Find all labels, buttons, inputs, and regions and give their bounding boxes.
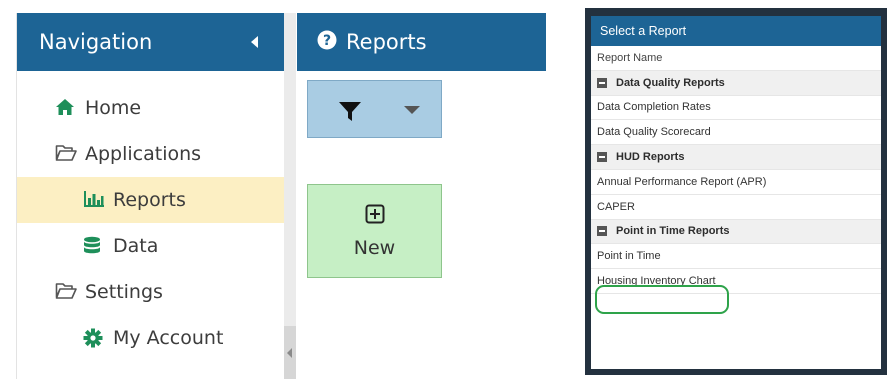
- column-header[interactable]: Report Name: [591, 46, 881, 71]
- group-label: HUD Reports: [616, 151, 685, 164]
- plus-square-icon: [365, 204, 385, 229]
- nav-item-data[interactable]: Data: [17, 223, 285, 269]
- filter-button[interactable]: [307, 80, 442, 138]
- nav-item-label: My Account: [113, 327, 224, 349]
- navigation-panel: Navigation Home Applications Reports Dat…: [16, 13, 285, 379]
- dialog-title: Select a Report: [591, 16, 881, 46]
- gear-icon: [83, 328, 105, 348]
- nav-item-label: Settings: [85, 281, 163, 303]
- reports-header: ? Reports: [297, 13, 546, 71]
- splitter-arrow-icon[interactable]: [287, 348, 292, 358]
- question-circle-icon: ?: [317, 30, 337, 55]
- nav-item-settings[interactable]: Settings: [17, 269, 285, 315]
- group-row-point-in-time[interactable]: Point in Time Reports: [591, 219, 881, 245]
- nav-item-label: Applications: [85, 143, 202, 165]
- navigation-title: Navigation: [39, 30, 153, 54]
- folder-open-icon: [55, 282, 77, 302]
- new-button-label: New: [353, 236, 396, 259]
- report-item[interactable]: Data Completion Rates: [591, 96, 881, 121]
- report-list: Report Name Data Quality Reports Data Co…: [591, 46, 881, 314]
- nav-item-label: Reports: [113, 189, 186, 211]
- navigation-header: Navigation: [17, 13, 284, 71]
- collapse-minus-icon[interactable]: [597, 77, 607, 88]
- database-icon: [83, 236, 105, 256]
- group-label: Point in Time Reports: [616, 225, 730, 238]
- report-item[interactable]: Data Quality Scorecard: [591, 120, 881, 146]
- bar-chart-icon: [83, 190, 105, 210]
- select-report-dialog: Select a Report Report Name Data Quality…: [585, 8, 887, 375]
- group-label: Data Quality Reports: [616, 76, 725, 89]
- nav-item-label: Data: [113, 235, 159, 257]
- folder-open-icon: [55, 144, 77, 164]
- nav-item-my-account[interactable]: My Account: [17, 315, 285, 361]
- svg-text:?: ?: [323, 33, 331, 49]
- group-row-data-quality[interactable]: Data Quality Reports: [591, 70, 881, 96]
- reports-title: Reports: [346, 30, 427, 54]
- nav-item-reports[interactable]: Reports: [17, 177, 285, 223]
- nav-item-applications[interactable]: Applications: [17, 131, 285, 177]
- home-icon: [55, 98, 77, 118]
- collapse-minus-icon[interactable]: [597, 152, 607, 163]
- nav-item-home[interactable]: Home: [17, 85, 285, 131]
- report-item[interactable]: Annual Performance Report (APR): [591, 170, 881, 195]
- highlight-annotation: [595, 285, 729, 314]
- nav-item-label: Home: [85, 97, 142, 119]
- panel-splitter[interactable]: [284, 13, 296, 379]
- new-report-button[interactable]: New: [307, 184, 442, 278]
- caret-down-icon[interactable]: [404, 106, 420, 114]
- filter-icon: [338, 101, 362, 128]
- collapse-arrow-icon[interactable]: [251, 36, 258, 48]
- group-row-hud[interactable]: HUD Reports: [591, 145, 881, 170]
- collapse-minus-icon[interactable]: [597, 226, 607, 237]
- report-item[interactable]: CAPER: [591, 195, 881, 220]
- report-item[interactable]: Point in Time: [591, 244, 881, 270]
